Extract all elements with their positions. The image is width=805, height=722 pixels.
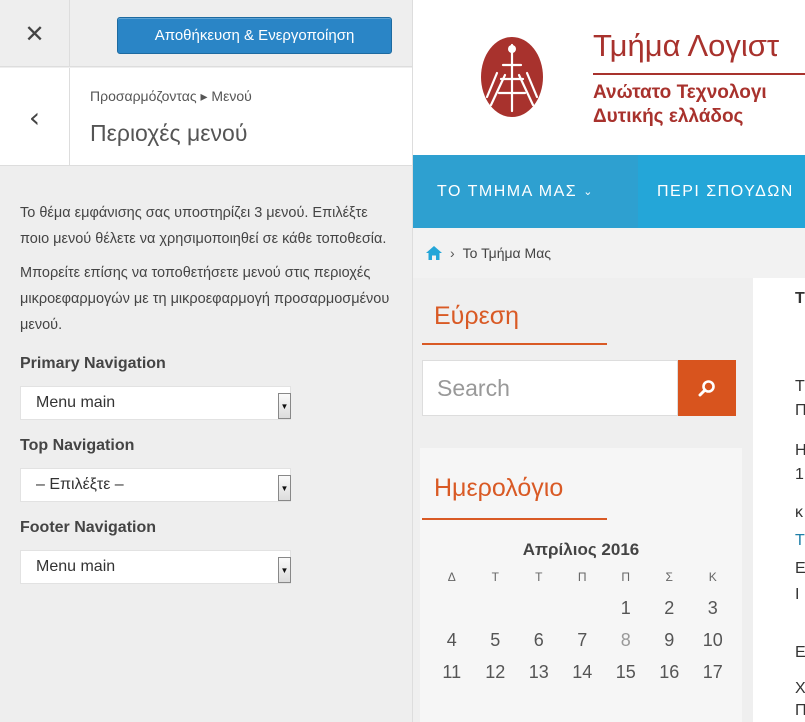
weekday-label: Τ [535,570,543,584]
widget-title: Εύρεση [434,302,520,330]
site-title[interactable]: Τμήμα Λογιστ [593,28,779,64]
dropdown-arrow-icon: ▼ [278,557,291,583]
calendar-week: 1 2 3 [430,592,735,624]
calendar-widget: Ημερολόγιο Απρίλιος 2016 Δ Τ Τ Π Π Σ Κ 1… [420,448,742,722]
site-subtitle-line-1: Ανώτατο Τεχνολογι [593,82,767,103]
calendar-day[interactable]: 4 [430,630,474,651]
widget-title-underline [422,518,607,520]
calendar-day[interactable]: 13 [517,662,561,683]
select-value: Menu main [36,558,116,575]
content-fragment: Ε [795,644,805,661]
nav-item-label: ΠΕΡΙ ΣΠΟΥΔΩΝ [657,182,794,200]
calendar-day[interactable]: 1 [604,598,648,619]
search-button[interactable] [678,360,736,416]
select-value: Menu main [36,394,116,411]
calendar-day[interactable]: 10 [691,630,735,651]
weekday-label: Δ [447,570,456,584]
site-sidebar: Εύρεση Search Ημερολόγιο Απρίλιος 2016 Δ… [413,278,753,722]
weekday-label: Π [621,570,631,584]
description-text: Το θέμα εμφάνισης σας υποστηρίζει 3 μενο… [20,205,387,247]
content-fragment: κ [795,504,803,521]
home-icon[interactable] [426,246,442,260]
chevron-down-icon: ⌄ [583,186,594,198]
breadcrumb-separator: › [450,245,455,261]
calendar-caption: Απρίλιος 2016 [522,540,640,559]
footer-navigation-select[interactable]: Menu main ▼ [20,550,291,584]
content-fragment: Ε [795,560,805,577]
dropdown-arrow-icon: ▼ [278,475,291,501]
calendar-day[interactable]: 11 [430,662,474,683]
calendar-day[interactable]: 16 [648,662,692,683]
weekday-label: Σ [665,570,673,584]
calendar-day[interactable]: 2 [648,598,692,619]
close-button[interactable]: ✕ [0,0,70,67]
dropdown-arrow-icon: ▼ [278,393,291,419]
calendar-day[interactable]: 15 [604,662,648,683]
content-fragment: Χ [795,680,805,697]
title-divider [593,73,805,75]
main-navigation: ΤΟ ΤΜΗΜΑ ΜΑΣ ⌄ ΠΕΡΙ ΣΠΟΥΔΩΝ [413,155,805,228]
content-fragment: 1 [795,466,804,483]
content-fragment: Π [795,402,805,419]
top-navigation-label: Top Navigation [20,437,135,454]
nav-item-to-tmima-mas[interactable]: ΤΟ ΤΜΗΜΑ ΜΑΣ ⌄ [413,155,638,228]
chevron-left-icon: ‹ [28,100,41,134]
site-preview: Τμήμα Λογιστ Ανώτατο Τεχνολογι Δυτικής ε… [413,0,805,722]
content-fragment: Τ [795,290,805,307]
site-logo[interactable] [479,35,545,119]
search-widget: Εύρεση Search [420,278,742,428]
calendar-week: 4 5 6 7 8 9 10 [430,624,735,656]
search-input[interactable]: Search [422,360,678,416]
content-fragment: Π [795,702,805,719]
nav-item-label: ΤΟ ΤΜΗΜΑ ΜΑΣ [437,182,578,200]
calendar-day[interactable]: 6 [517,630,561,651]
footer-navigation-label: Footer Navigation [20,519,157,536]
select-value: – Επιλέξτε – [36,476,124,493]
site-breadcrumb: › Το Τμήμα Μας [413,228,805,278]
nav-item-peri-spoudon[interactable]: ΠΕΡΙ ΣΠΟΥΔΩΝ [657,155,794,228]
calendar-day[interactable]: 7 [561,630,605,651]
weekday-label: Τ [491,570,499,584]
section-title: Περιοχές μενού [90,120,248,146]
search-icon [698,380,715,397]
calendar-day[interactable]: 3 [691,598,735,619]
primary-navigation-select[interactable]: Menu main ▼ [20,386,291,420]
calendar-grid: Δ Τ Τ Π Π Σ Κ 1 2 3 4 5 6 7 8 9 10 11 12… [430,570,735,688]
close-icon: ✕ [24,19,45,48]
site-subtitle-line-2: Δυτικής ελλάδος [593,106,744,127]
description-text-2: Μπορείτε επίσης να τοποθετήσετε μενού στ… [20,265,390,333]
weekday-label: Κ [708,570,717,584]
widget-title: Ημερολόγιο [434,474,564,502]
calendar-week: 11 12 13 14 15 16 17 [430,656,735,688]
content-fragment: Ι [795,586,800,603]
calendar-day[interactable]: 12 [474,662,518,683]
content-fragment: Τ [795,378,805,395]
calendar-day[interactable]: 14 [561,662,605,683]
breadcrumb: Προσαρμόζοντας ▸ Μενού [90,88,252,104]
calendar-day[interactable]: 9 [648,630,692,651]
calendar-day[interactable]: 8 [604,630,648,651]
content-fragment: Η [795,442,805,459]
customizer-panel: ✕ Αποθήκευση & Ενεργοποίηση ‹ Προσαρμόζο… [0,0,413,722]
calendar-weekdays: Δ Τ Τ Π Π Σ Κ [430,570,735,592]
page-content-clipped: Τ Τ Π Η 1 κ Τ Ε Ι Ε Χ Π [753,278,805,722]
back-button[interactable]: ‹ [0,68,70,166]
customizer-header: ✕ Αποθήκευση & Ενεργοποίηση [0,0,412,67]
top-navigation-select[interactable]: – Επιλέξτε – ▼ [20,468,291,502]
primary-navigation-label: Primary Navigation [20,355,166,372]
breadcrumb-current: Το Τμήμα Μας [462,245,552,261]
menu-locations-panel: Το θέμα εμφάνισης σας υποστηρίζει 3 μενο… [0,167,412,584]
widget-title-underline [422,343,607,345]
content-fragment: Τ [795,532,805,549]
calendar-day[interactable]: 5 [474,630,518,651]
weekday-label: Π [577,570,587,584]
calendar-day[interactable]: 17 [691,662,735,683]
save-and-activate-button[interactable]: Αποθήκευση & Ενεργοποίηση [117,17,392,54]
section-header: ‹ Προσαρμόζοντας ▸ Μενού Περιοχές μενού [0,68,412,166]
